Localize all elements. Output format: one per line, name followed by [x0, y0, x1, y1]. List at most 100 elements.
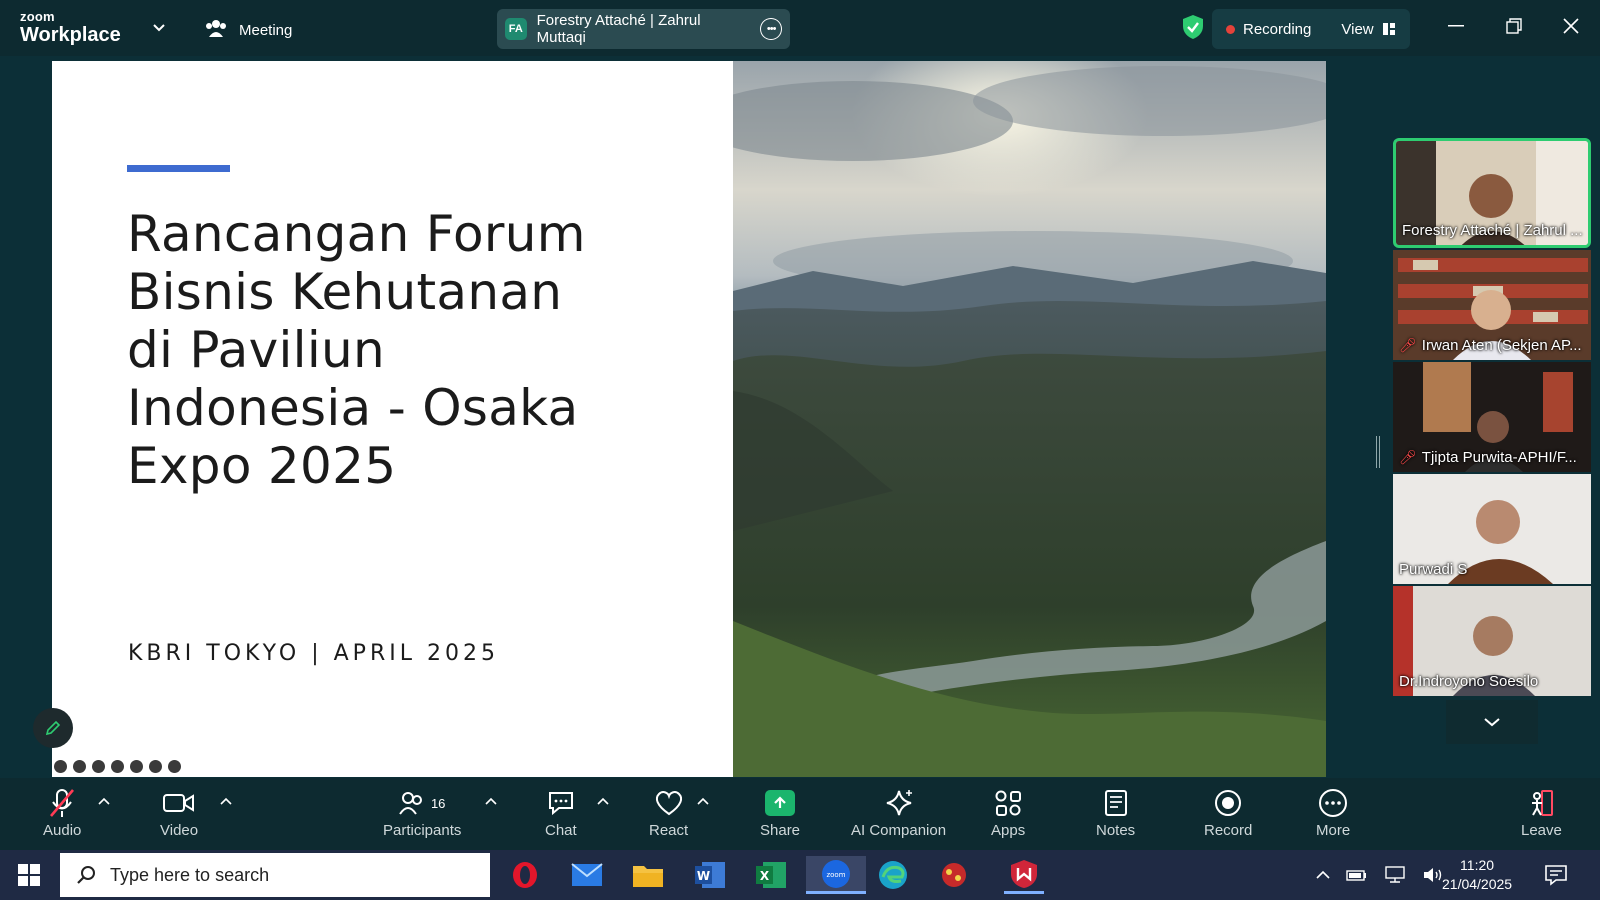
view-grid-icon [1382, 23, 1395, 35]
record-icon [1213, 784, 1243, 822]
apps-button[interactable]: Apps [991, 784, 1025, 839]
logo-brand-small: zoom [20, 9, 55, 24]
svg-text:X: X [760, 869, 770, 883]
meeting-people-icon [205, 18, 227, 42]
slide-zoom-icon[interactable] [92, 760, 105, 773]
logo-brand-large: Workplace [20, 24, 121, 46]
slide-controls [54, 760, 181, 773]
share-button[interactable]: Share [760, 784, 800, 839]
share-screen-icon [765, 790, 796, 816]
participant-name-row: 🎤︎ Tjipta Purwita-APHI/F... [1399, 449, 1577, 466]
ai-companion-label: AI Companion [851, 822, 947, 839]
mcafee-shield-icon[interactable] [1004, 856, 1044, 894]
participants-scroll-down[interactable] [1446, 700, 1538, 744]
more-dots-icon [1318, 784, 1348, 822]
prev-slide-icon[interactable] [54, 760, 67, 773]
participants-icon-row: 16 [399, 784, 445, 822]
chevron-down-icon [1484, 718, 1500, 727]
file-explorer-icon[interactable] [628, 856, 668, 894]
participants-button[interactable]: 16 Participants [383, 784, 461, 839]
slide-video-icon[interactable] [130, 760, 143, 773]
tray-chevron-up-icon [1316, 870, 1330, 879]
network-icon [1385, 866, 1405, 883]
record-label: Record [1204, 822, 1253, 839]
taskbar-clock[interactable]: 11:20 21/04/2025 [1442, 856, 1512, 894]
next-slide-icon[interactable] [168, 760, 181, 773]
audio-label: Audio [43, 822, 82, 839]
participant-name-row: 🎤︎ Irwan Aten (Sekjen AP... [1399, 337, 1582, 354]
heart-icon [654, 784, 684, 822]
annotate-pen-button[interactable] [33, 708, 73, 748]
chat-button[interactable]: Chat [545, 784, 577, 839]
notes-button[interactable]: Notes [1096, 784, 1135, 839]
meeting-title: Forestry Attaché | Zahrul Muttaqi [536, 12, 701, 46]
participant-tile[interactable]: 🎤︎ Tjipta Purwita-APHI/F... [1393, 362, 1591, 472]
search-placeholder: Type here to search [110, 864, 270, 885]
participant-tile[interactable]: Purwadi S [1393, 474, 1591, 584]
audio-button[interactable]: Audio [43, 784, 81, 839]
mail-icon[interactable] [567, 856, 607, 894]
app-red-icon[interactable] [934, 856, 974, 894]
opera-browser-icon[interactable] [505, 856, 545, 894]
muted-mic-icon: 🎤︎ [1399, 337, 1417, 353]
meeting-options-icon[interactable]: ••• [760, 18, 783, 40]
share-label: Share [760, 822, 801, 839]
participant-tile[interactable]: Forestry Attaché | Zahrul ... [1393, 138, 1591, 248]
svg-text:W: W [697, 869, 710, 883]
windows-start-icon[interactable] [18, 864, 40, 891]
react-label: React [649, 822, 689, 839]
windows-taskbar: Type here to search W X zoom 11:20 21/04… [0, 850, 1600, 900]
clock-time: 11:20 [1460, 857, 1495, 873]
participants-options-caret-icon[interactable] [485, 792, 497, 810]
chat-label: Chat [545, 822, 577, 839]
audio-options-caret-icon[interactable] [98, 792, 110, 810]
slide-pen-icon[interactable] [73, 760, 86, 773]
panel-resize-handle[interactable] [1376, 436, 1380, 468]
close-icon[interactable] [1556, 14, 1586, 38]
apps-icon [994, 784, 1022, 822]
slide-title-line: Bisnis Kehutanan [127, 263, 563, 321]
encryption-shield-icon[interactable] [1182, 14, 1204, 45]
edge-browser-icon[interactable] [873, 856, 913, 894]
video-options-caret-icon[interactable] [220, 792, 232, 810]
record-button[interactable]: Record [1204, 784, 1252, 839]
slide-more-icon[interactable] [149, 760, 162, 773]
participant-name: Purwadi S [1399, 561, 1468, 578]
zoom-workplace-logo[interactable]: zoom Workplace [20, 10, 121, 45]
more-label: More [1316, 822, 1351, 839]
host-avatar-badge: FA [505, 18, 527, 40]
title-bar: zoom Workplace Meeting FA Forestry Attac… [0, 0, 1600, 56]
shared-screen: Rancangan Forum Bisnis Kehutanan di Pavi… [52, 61, 1326, 777]
participant-tile[interactable]: 🎤︎ Irwan Aten (Sekjen AP... [1393, 250, 1591, 360]
video-button[interactable]: Video [160, 784, 198, 839]
participant-tile[interactable]: Dr.Indroyono Soesilo [1393, 586, 1591, 696]
react-options-caret-icon[interactable] [697, 792, 709, 810]
word-icon[interactable]: W [690, 856, 730, 894]
taskbar-search-input[interactable]: Type here to search [60, 853, 490, 897]
zoom-app-icon[interactable]: zoom [806, 856, 866, 894]
recording-indicator[interactable]: Recording View [1212, 9, 1410, 49]
more-button[interactable]: More [1316, 784, 1350, 839]
participant-name: Irwan Aten (Sekjen AP... [1421, 337, 1582, 354]
view-button[interactable]: View [1341, 21, 1395, 38]
chat-options-caret-icon[interactable] [597, 792, 609, 810]
leave-label: Leave [1521, 822, 1562, 839]
restore-icon[interactable] [1499, 14, 1529, 38]
chevron-down-icon[interactable] [152, 20, 166, 38]
meeting-menu[interactable]: Meeting [205, 18, 292, 42]
view-label: View [1341, 20, 1374, 38]
sparkle-icon [884, 784, 914, 822]
search-icon [77, 866, 95, 884]
slide-subtitle: KBRI TOKYO | APRIL 2025 [128, 641, 499, 666]
excel-icon[interactable]: X [751, 856, 791, 894]
notifications-icon[interactable] [1544, 850, 1568, 900]
meeting-title-pill[interactable]: FA Forestry Attaché | Zahrul Muttaqi ••• [497, 9, 790, 49]
slide-captions-icon[interactable] [111, 760, 124, 773]
meeting-label: Meeting [239, 21, 293, 39]
minimize-icon[interactable] [1441, 14, 1471, 38]
react-button[interactable]: React [649, 784, 688, 839]
ai-companion-button[interactable]: AI Companion [851, 784, 946, 839]
recording-label: Recording [1243, 20, 1312, 38]
leave-button[interactable]: Leave [1521, 784, 1562, 839]
clock-date: 21/04/2025 [1442, 876, 1513, 892]
